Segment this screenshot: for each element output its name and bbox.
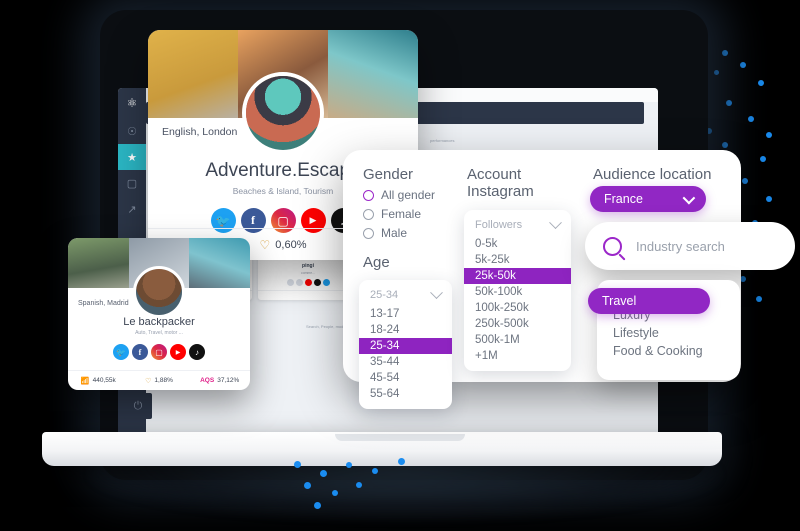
gender-filter-group: Gender All gender Female Male xyxy=(363,166,473,240)
age-option[interactable]: 18-24 xyxy=(359,322,452,338)
followers-option[interactable]: 50k-100k xyxy=(464,284,571,300)
age-option-selected[interactable]: 25-34 xyxy=(359,338,452,354)
chevron-down-icon[interactable] xyxy=(430,285,443,299)
tiktok-icon[interactable]: ♪ xyxy=(189,344,205,360)
youtube-icon[interactable]: ▶ xyxy=(170,344,186,360)
heart-icon: ♡ xyxy=(259,237,271,252)
profile-card-second[interactable]: Spanish, Madrid Le backpacker Auto, Trav… xyxy=(68,238,250,390)
industry-option[interactable]: Food & Cooking xyxy=(597,342,740,360)
age-title: Age xyxy=(363,254,390,271)
facebook-icon[interactable]: f xyxy=(132,344,148,360)
radio-icon[interactable] xyxy=(363,208,374,220)
compass-icon[interactable]: ☉ xyxy=(118,118,146,144)
radio-icon[interactable] xyxy=(363,227,374,239)
search-icon[interactable] xyxy=(603,236,622,256)
industry-option[interactable]: Lifestyle xyxy=(597,324,740,342)
power-icon[interactable]: ⏻ xyxy=(124,393,152,419)
followers-option-selected[interactable]: 25k-50k xyxy=(464,268,571,284)
profile-tags: Auto, Travel, motor ... xyxy=(135,330,183,336)
heart-icon: ♡ xyxy=(145,377,152,385)
age-dropdown[interactable]: 25-34 13-17 18-24 25-34 35-44 45-54 55-6… xyxy=(359,280,452,409)
gender-option-female[interactable]: Female xyxy=(363,207,473,221)
gender-title: Gender xyxy=(363,166,414,183)
twitter-icon[interactable]: 🐦 xyxy=(113,344,129,360)
audience-location-group: Audience location xyxy=(593,166,711,183)
followers-dropdown[interactable]: Followers 0-5k 5k-25k 25k-50k 50k-100k 1… xyxy=(464,210,571,371)
people-icon[interactable]: ★ xyxy=(118,144,146,170)
stat-engagement: ♡ 1,88% xyxy=(145,377,173,385)
followers-option[interactable]: 500k-1M xyxy=(464,332,571,348)
chevron-down-icon[interactable] xyxy=(682,191,696,204)
performances-label: performances xyxy=(430,138,455,143)
chevron-down-icon[interactable] xyxy=(549,215,562,229)
reach-icon: 📶 xyxy=(80,377,90,385)
followers-option[interactable]: 100k-250k xyxy=(464,300,571,316)
account-title-line1: Account xyxy=(467,166,522,183)
radio-icon[interactable] xyxy=(363,189,374,201)
age-option[interactable]: 55-64 xyxy=(359,386,452,402)
footer-note: Search, People, mode xyxy=(306,324,346,329)
followers-option[interactable]: 250k-500k xyxy=(464,316,571,332)
followers-option[interactable]: 0-5k xyxy=(464,236,571,252)
gender-option-all[interactable]: All gender xyxy=(363,188,473,202)
gender-option-male[interactable]: Male xyxy=(363,226,473,240)
stat-aqs: AQS 37,12% xyxy=(200,377,240,384)
document-icon[interactable]: ▢ xyxy=(118,170,146,196)
followers-option[interactable]: +1M xyxy=(464,348,571,364)
logo-icon: ⚛ xyxy=(126,96,138,110)
followers-dropdown-header[interactable]: Followers xyxy=(464,215,571,236)
profile-language-location: English, London xyxy=(162,126,238,138)
chart-icon[interactable]: ↗ xyxy=(118,196,146,222)
stat-reach: 📶 440,55k xyxy=(80,377,116,385)
page-root: ⚛ ☉ ★ ▢ ↗ performances marydenis beauty … xyxy=(0,0,800,531)
followers-option[interactable]: 5k-25k xyxy=(464,252,571,268)
stat-engagement: ♡ 0,60% xyxy=(259,237,307,252)
industry-search-panel[interactable]: Industry search xyxy=(585,222,795,270)
age-filter-group: Age xyxy=(363,254,390,271)
age-option[interactable]: 35-44 xyxy=(359,354,452,370)
laptop-trackpad-notch xyxy=(335,434,465,441)
age-dropdown-header[interactable]: 25-34 xyxy=(359,285,452,306)
account-title-line2: Instagram xyxy=(467,183,534,200)
age-option[interactable]: 13-17 xyxy=(359,306,452,322)
instagram-icon[interactable]: ▢ xyxy=(151,344,167,360)
audience-location-title: Audience location xyxy=(593,166,712,183)
industry-search-placeholder: Industry search xyxy=(636,238,725,254)
age-option[interactable]: 45-54 xyxy=(359,370,452,386)
avatar xyxy=(242,72,324,154)
industry-selected-pill[interactable]: Travel xyxy=(588,288,710,314)
aqs-label: AQS xyxy=(200,377,215,384)
account-filter-group: Account Instagram xyxy=(467,166,577,200)
profile-language-location: Spanish, Madrid xyxy=(78,300,129,307)
avatar xyxy=(133,266,185,318)
audience-location-select[interactable]: France xyxy=(590,186,706,212)
profile-stats: 📶 440,55k ♡ 1,88% AQS 37,12% xyxy=(68,370,250,390)
profile-socials[interactable]: 🐦 f ▢ ▶ ♪ xyxy=(68,344,250,360)
